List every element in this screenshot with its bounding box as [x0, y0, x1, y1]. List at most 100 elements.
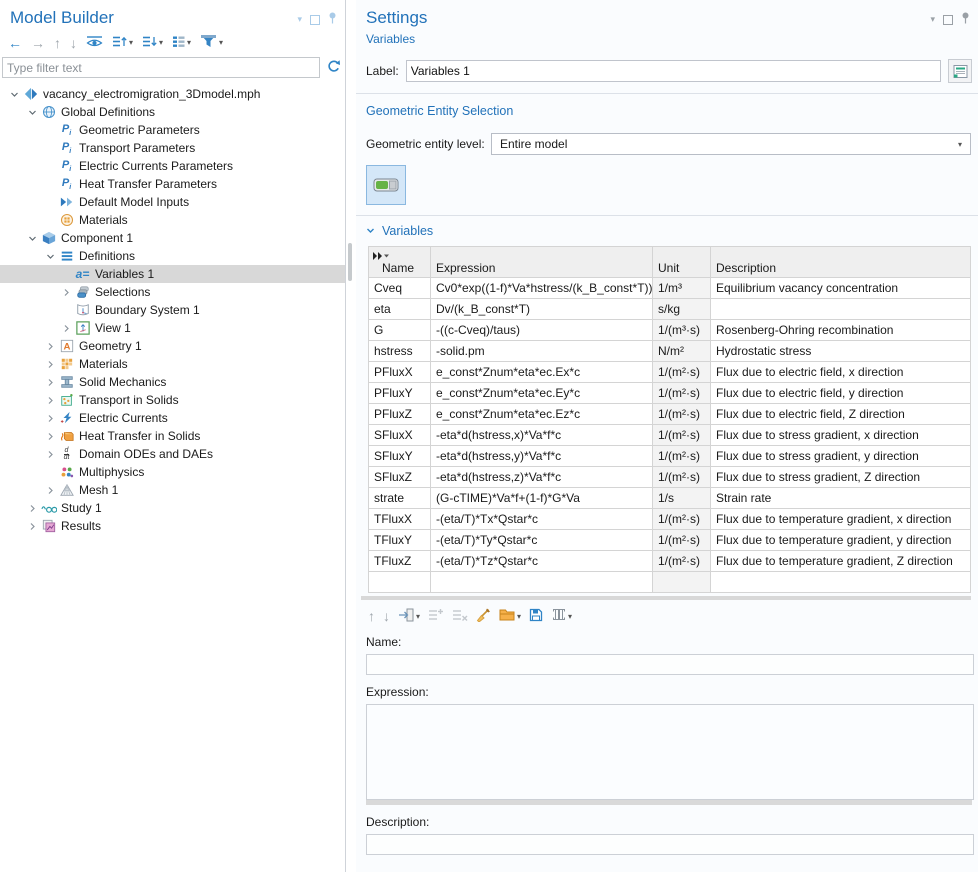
table-horizontal-scrollbar[interactable] [361, 596, 971, 600]
load-dropdown-icon[interactable]: ▾ [517, 612, 521, 621]
name-cell[interactable]: hstress [369, 341, 431, 362]
name-cell[interactable]: SFluxZ [369, 467, 431, 488]
expression-horizontal-scrollbar[interactable] [366, 800, 972, 805]
expression-cell[interactable]: e_const*Znum*eta*ec.Ez*c [431, 404, 653, 425]
tree-item-variables-1[interactable]: a= Variables 1 [0, 265, 345, 283]
tree-item-transport-in-solids[interactable]: Transport in Solids [0, 391, 345, 409]
node-text-button[interactable]: ▾ [172, 35, 191, 51]
tree-item-global-definitions[interactable]: Global Definitions [0, 103, 345, 121]
unit-cell[interactable]: 1/(m²·s) [653, 383, 711, 404]
name-cell[interactable]: SFluxX [369, 425, 431, 446]
tree-item-selections[interactable]: Selections [0, 283, 345, 301]
expression-cell[interactable] [431, 572, 653, 593]
chevron-down-icon[interactable] [24, 230, 40, 246]
description-cell[interactable]: Flux due to electric field, y direction [711, 383, 971, 404]
expression-cell[interactable]: Dv/(k_B_const*T) [431, 299, 653, 320]
move-to-button[interactable]: ▾ [398, 608, 420, 625]
geometric-entity-level-select[interactable]: Entire model ▾ [491, 133, 971, 155]
table-settings-button[interactable]: ▾ [551, 608, 572, 624]
chevron-right-icon[interactable] [42, 428, 58, 444]
description-cell[interactable]: Hydrostatic stress [711, 341, 971, 362]
description-cell[interactable]: Flux due to stress gradient, y direction [711, 446, 971, 467]
name-cell[interactable] [369, 572, 431, 593]
load-from-file-button[interactable]: ▾ [499, 608, 521, 624]
expression-cell[interactable]: -(eta/T)*Tx*Qstar*c [431, 509, 653, 530]
name-cell[interactable]: TFluxY [369, 530, 431, 551]
tree-item-heat-transfer-parameters[interactable]: Pi Heat Transfer Parameters [0, 175, 345, 193]
pin-panel-icon[interactable] [961, 12, 970, 27]
expand-dropdown-icon[interactable]: ▾ [159, 38, 163, 47]
tree-item-mesh-1[interactable]: Mesh 1 [0, 481, 345, 499]
tree-item-view-1[interactable]: View 1 [0, 319, 345, 337]
unit-cell[interactable]: 1/(m²·s) [653, 425, 711, 446]
unit-cell[interactable]: 1/(m²·s) [653, 404, 711, 425]
variable-expression-input[interactable] [366, 704, 974, 800]
save-to-file-button[interactable] [529, 608, 543, 625]
chevron-right-icon[interactable] [42, 356, 58, 372]
variable-description-input[interactable] [366, 834, 974, 855]
forward-button[interactable]: → [31, 36, 45, 50]
chevron-right-icon[interactable] [24, 500, 40, 516]
description-cell[interactable]: Flux due to stress gradient, x direction [711, 425, 971, 446]
expression-cell[interactable]: -(eta/T)*Tz*Qstar*c [431, 551, 653, 572]
description-cell[interactable]: Flux due to electric field, Z direction [711, 404, 971, 425]
name-cell[interactable]: eta [369, 299, 431, 320]
chevron-right-icon[interactable] [42, 410, 58, 426]
description-cell[interactable]: Flux due to temperature gradient, x dire… [711, 509, 971, 530]
tree-item-solid-mechanics[interactable]: Solid Mechanics [0, 373, 345, 391]
unit-cell[interactable]: 1/(m²·s) [653, 530, 711, 551]
panel-menu-icon[interactable]: ▾ [297, 15, 302, 24]
tree-item-heat-transfer-in-solids[interactable]: Heat Transfer in Solids [0, 427, 345, 445]
unit-cell[interactable]: 1/(m²·s) [653, 509, 711, 530]
tree-item-definitions[interactable]: Definitions [0, 247, 345, 265]
description-cell[interactable]: Flux due to electric field, x direction [711, 362, 971, 383]
chevron-right-icon[interactable] [58, 284, 74, 300]
variables-section-header[interactable]: Variables [356, 216, 978, 244]
description-cell[interactable] [711, 572, 971, 593]
chevron-right-icon[interactable] [42, 446, 58, 462]
back-button[interactable]: ← [8, 36, 22, 50]
table-settings-dropdown-icon[interactable]: ▾ [568, 612, 572, 621]
unit-cell[interactable]: 1/(m²·s) [653, 362, 711, 383]
expand-all-button[interactable]: ▾ [142, 35, 163, 51]
move-down-button[interactable]: ↓ [70, 36, 77, 50]
chevron-right-icon[interactable] [42, 392, 58, 408]
expression-cell[interactable]: -(eta/T)*Ty*Qstar*c [431, 530, 653, 551]
refresh-icon[interactable] [326, 59, 341, 77]
move-row-up-button[interactable]: ↑ [368, 609, 375, 623]
move-row-down-button[interactable]: ↓ [383, 609, 390, 623]
chevron-right-icon[interactable] [42, 482, 58, 498]
tree-item-electric-currents[interactable]: Electric Currents [0, 409, 345, 427]
tree-item-component-1[interactable]: Component 1 [0, 229, 345, 247]
name-cell[interactable]: strate [369, 488, 431, 509]
chevron-right-icon[interactable] [58, 320, 74, 336]
unit-cell[interactable]: 1/(m²·s) [653, 446, 711, 467]
chevron-right-icon[interactable] [42, 338, 58, 354]
panel-menu-icon[interactable]: ▾ [930, 15, 935, 24]
node-text-dropdown-icon[interactable]: ▾ [187, 38, 191, 47]
description-cell[interactable]: Rosenberg-Ohring recombination [711, 320, 971, 341]
name-cell[interactable]: PFluxX [369, 362, 431, 383]
description-cell[interactable]: Flux due to stress gradient, Z direction [711, 467, 971, 488]
tree-item-global-materials[interactable]: Materials [0, 211, 345, 229]
expression-cell[interactable]: -solid.pm [431, 341, 653, 362]
unit-cell[interactable]: 1/(m³·s) [653, 320, 711, 341]
variable-name-input[interactable] [366, 654, 974, 675]
unit-cell[interactable]: 1/m³ [653, 278, 711, 299]
chevron-right-icon[interactable] [42, 374, 58, 390]
tree-item-domain-odes[interactable]: ddt Domain ODEs and DAEs [0, 445, 345, 463]
unit-cell[interactable] [653, 572, 711, 593]
description-cell[interactable]: Equilibrium vacancy concentration [711, 278, 971, 299]
name-cell[interactable]: TFluxZ [369, 551, 431, 572]
tree-item-multiphysics[interactable]: Multiphysics [0, 463, 345, 481]
tree-item-materials[interactable]: Materials [0, 355, 345, 373]
unit-cell[interactable]: 1/(m²·s) [653, 467, 711, 488]
expression-cell[interactable]: (G-cTIME)*Va*f+(1-f)*G*Va [431, 488, 653, 509]
tree-item-study-1[interactable]: Study 1 [0, 499, 345, 517]
tree-filter-input[interactable] [2, 57, 320, 78]
expression-cell[interactable]: -eta*d(hstress,y)*Va*f*c [431, 446, 653, 467]
unit-cell[interactable]: 1/s [653, 488, 711, 509]
float-panel-icon[interactable] [943, 15, 953, 25]
show-hide-button[interactable] [86, 35, 103, 51]
chevron-right-icon[interactable] [24, 518, 40, 534]
